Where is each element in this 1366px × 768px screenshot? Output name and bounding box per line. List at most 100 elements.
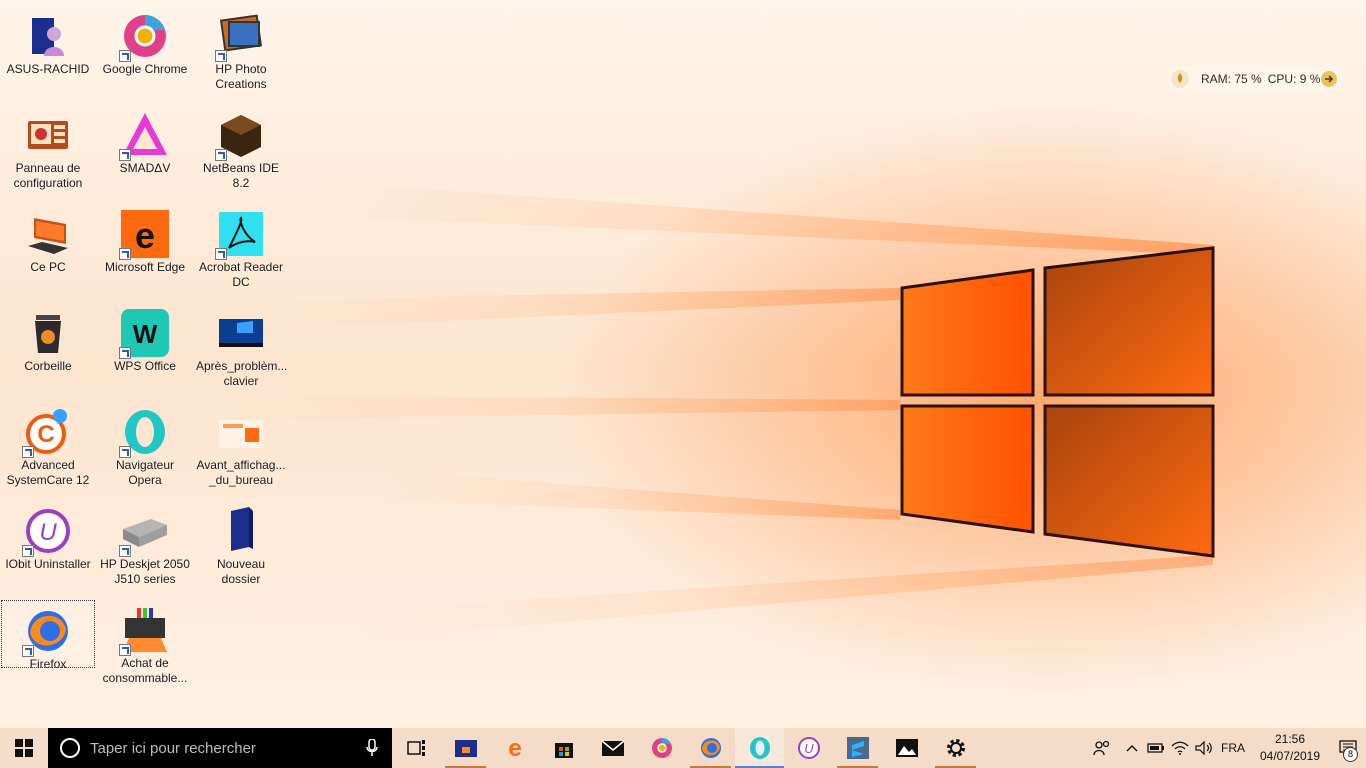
desktop-icon-corbeille[interactable]: Corbeille (1, 303, 95, 395)
wps-office-icon: W (119, 309, 169, 359)
desktop-icon-apres-probleme-clavier[interactable]: Après_problèm... clavier (194, 303, 288, 395)
task-view-button[interactable] (392, 728, 441, 768)
gear-icon (946, 739, 965, 757)
desktop-icon-label: IObit Uninstaller (5, 557, 91, 571)
microphone-icon[interactable] (366, 739, 378, 757)
printer-icon (119, 507, 169, 557)
svg-text:C: C (37, 421, 54, 448)
arrow-right-icon[interactable] (1320, 70, 1338, 88)
taskbar-settings[interactable] (931, 728, 980, 768)
people-button[interactable] (1084, 728, 1120, 768)
notification-count-badge: 8 (1343, 747, 1358, 762)
desktop-icon-microsoft-edge[interactable]: e Microsoft Edge (98, 204, 192, 296)
rocket-icon (1171, 70, 1189, 88)
taskbar-sublime-text[interactable] (833, 728, 882, 768)
desktop-icon-label: Avant_affichag... _du_bureau (196, 458, 286, 487)
resource-monitor-widget[interactable]: RAM: 75 % CPU: 9 % (1167, 67, 1342, 91)
desktop-icon-label: Acrobat Reader DC (198, 260, 284, 289)
taskbar-search-box[interactable]: Taper ici pour rechercher (48, 728, 392, 768)
taskbar-iobit-uninstaller[interactable]: U (784, 728, 833, 768)
desktop-icon-achat-consommable[interactable]: Achat de consommable... (98, 600, 192, 692)
taskbar-file-explorer[interactable] (441, 728, 490, 768)
taskbar-microsoft-edge[interactable]: e (490, 728, 539, 768)
firefox-icon (22, 607, 72, 657)
volume-button[interactable] (1192, 728, 1216, 768)
firefox-icon (700, 738, 721, 758)
google-chrome-icon (119, 12, 169, 62)
taskbar-opera[interactable] (735, 728, 784, 768)
people-icon (1093, 740, 1110, 756)
system-tray: FRA 21:56 04/07/2019 8 (1084, 728, 1366, 768)
clock[interactable]: 21:56 04/07/2019 (1250, 731, 1330, 765)
svg-text:e: e (508, 736, 521, 760)
show-hidden-icons-button[interactable] (1120, 728, 1144, 768)
shortcut-arrow-icon (22, 446, 34, 458)
desktop-icon-netbeans[interactable]: NetBeans IDE 8.2 (194, 105, 288, 197)
battery-icon (1147, 743, 1164, 753)
desktop-icon-acrobat-reader[interactable]: Acrobat Reader DC (194, 204, 288, 296)
desktop-icon-hp-deskjet[interactable]: HP Deskjet 2050 J510 series (98, 501, 192, 593)
smadav-icon (119, 111, 169, 161)
desktop-icon-wps-office[interactable]: W WPS Office (98, 303, 192, 395)
action-center-button[interactable]: 8 (1330, 728, 1366, 768)
start-button[interactable] (0, 728, 48, 768)
recycle-bin-icon (24, 309, 72, 357)
search-placeholder: Taper ici pour rechercher (90, 739, 256, 757)
user-folder-icon (24, 12, 72, 60)
file-explorer-icon (454, 740, 477, 757)
advanced-systemcare-icon: C (22, 408, 72, 458)
taskbar-mail[interactable] (588, 728, 637, 768)
desktop-icon-label: Advanced SystemCare 12 (6, 458, 90, 487)
taskbar-google-chrome[interactable] (637, 728, 686, 768)
desktop-icon-panneau-de-configuration[interactable]: Panneau de configuration (1, 105, 95, 197)
image-thumbnail-icon (217, 309, 265, 357)
input-language-button[interactable]: FRA (1216, 741, 1250, 755)
photos-icon (895, 739, 918, 757)
iobit-uninstaller-icon: U (22, 507, 72, 557)
shortcut-arrow-icon (119, 248, 131, 260)
desktop-icon-advanced-systemcare[interactable]: C Advanced SystemCare 12 (1, 402, 95, 494)
control-panel-icon (24, 111, 72, 159)
google-chrome-icon (651, 738, 672, 758)
desktop-icon-firefox[interactable]: Firefox (1, 600, 95, 671)
microsoft-edge-icon: e (508, 736, 521, 760)
desktop-icon-asus-rachid[interactable]: ASUS-RACHID (1, 6, 95, 98)
desktop-icon-smadav[interactable]: SMADΔV (98, 105, 192, 197)
taskbar: Taper ici pour rechercher e U FRA 21:56 … (0, 728, 1366, 768)
desktop-icon-iobit-uninstaller[interactable]: U IObit Uninstaller (1, 501, 95, 593)
shortcut-arrow-icon (119, 644, 131, 656)
printer-supplies-icon (119, 606, 169, 656)
network-button[interactable] (1168, 728, 1192, 768)
desktop-icon-ce-pc[interactable]: Ce PC (1, 204, 95, 296)
cpu-usage: CPU: 9 % (1267, 72, 1321, 86)
desktop-icon-avant-affichage-du-bureau[interactable]: Avant_affichag... _du_bureau (194, 402, 288, 494)
clock-time: 21:56 (1274, 732, 1306, 746)
svg-text:U: U (39, 519, 57, 546)
shortcut-arrow-icon (22, 545, 34, 557)
desktop-icon-label: WPS Office (114, 359, 176, 373)
shortcut-arrow-icon (119, 50, 131, 62)
desktop-icon-label: Nouveau dossier (216, 557, 266, 586)
desktop-icon-nouveau-dossier[interactable]: Nouveau dossier (194, 501, 288, 593)
shortcut-arrow-icon (119, 446, 131, 458)
microsoft-edge-icon: e (119, 210, 169, 260)
desktop-icon-label: HP Photo Creations (215, 62, 267, 91)
svg-text:U: U (804, 741, 814, 756)
desktop-icon-google-chrome[interactable]: Google Chrome (98, 6, 192, 98)
task-view-icon (406, 740, 425, 756)
shortcut-arrow-icon (215, 248, 227, 260)
battery-button[interactable] (1144, 728, 1168, 768)
taskbar-microsoft-store[interactable] (539, 728, 588, 768)
desktop-icon-opera[interactable]: Navigateur Opera (98, 402, 192, 494)
cortana-icon (60, 738, 80, 758)
computer-icon (24, 210, 72, 258)
sublime-text-icon (846, 737, 869, 759)
desktop-icon-label: Corbeille (24, 359, 72, 373)
taskbar-photos[interactable] (882, 728, 931, 768)
taskbar-firefox[interactable] (686, 728, 735, 768)
desktop-icon-hp-photo-creations[interactable]: HP Photo Creations (194, 6, 288, 98)
folder-icon (217, 507, 265, 555)
desktop-icon-label: Firefox (29, 657, 67, 671)
desktop-icon-label: Panneau de configuration (13, 161, 83, 190)
desktop-icon-label: Achat de consommable... (102, 656, 188, 685)
